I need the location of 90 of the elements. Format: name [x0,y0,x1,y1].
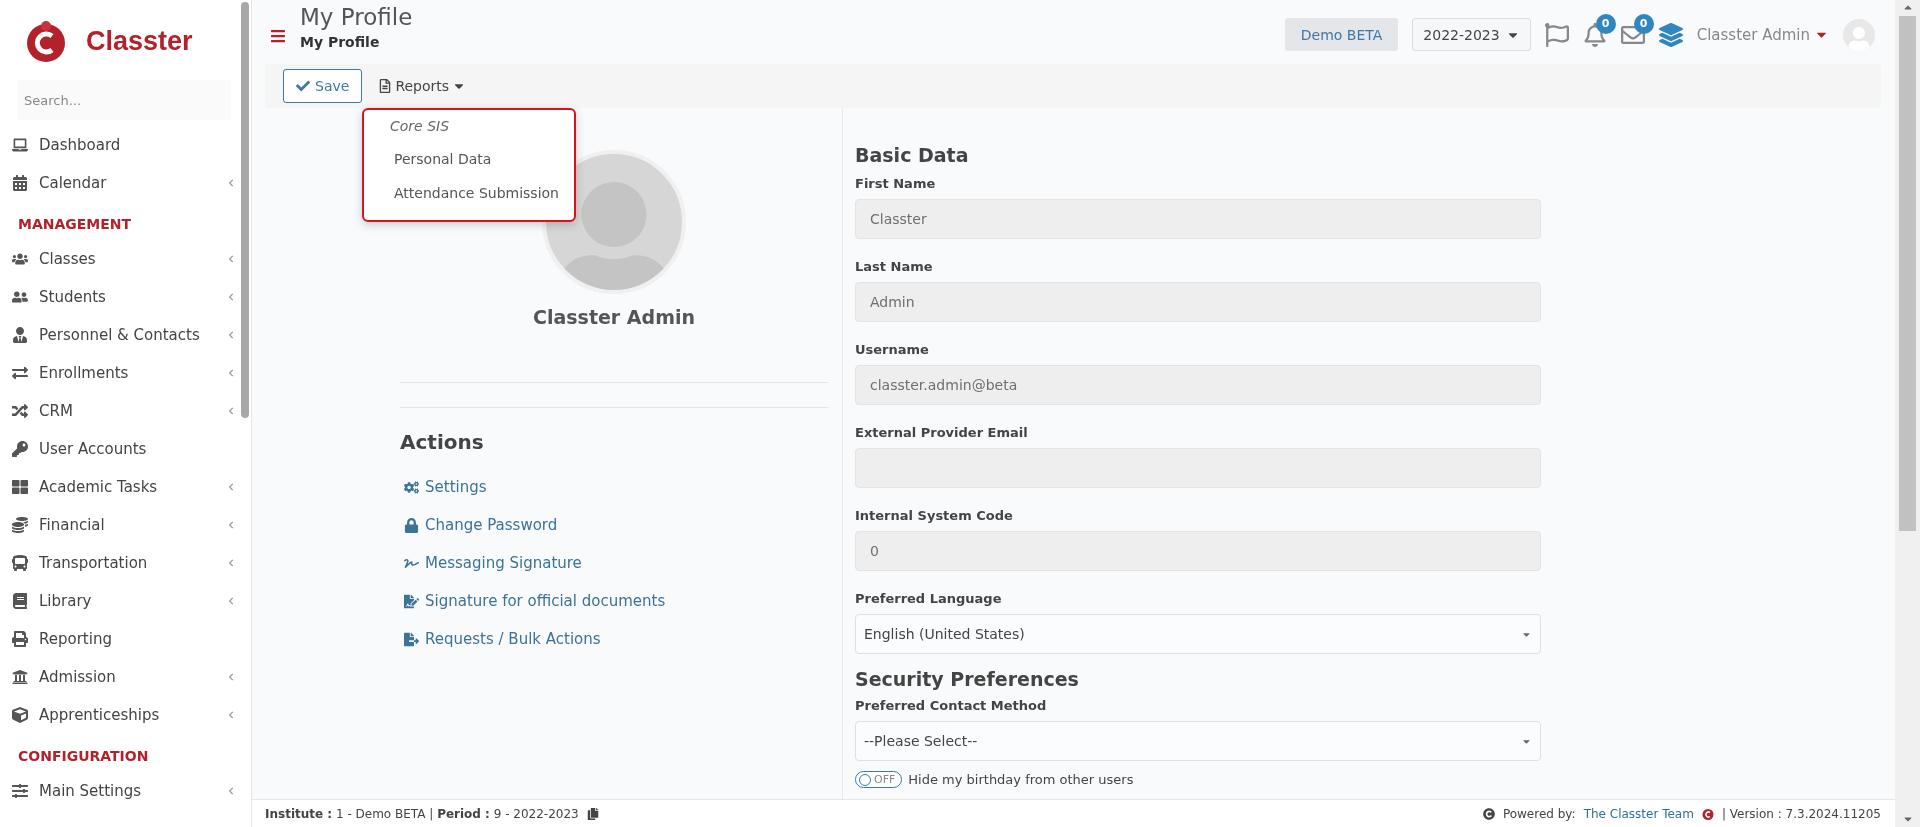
bus-icon [10,555,29,571]
copy-icon[interactable] [586,807,599,820]
file-export-icon [404,631,419,647]
menu-item[interactable]: Attendance Submission [364,176,574,210]
toggle-label: Hide my birthday from other users [908,772,1134,787]
settings-icon [404,479,419,495]
input-field[interactable]: Classter [855,199,1541,239]
sidebar-item[interactable]: Financial [0,506,251,544]
copyright-icon [1482,807,1495,820]
field-label: Preferred Contact Method [855,698,1048,713]
action-link[interactable]: Settings [404,468,828,506]
document-pen-icon [404,593,419,609]
institute-button[interactable]: Demo BETA [1284,18,1399,51]
sliders-icon [10,783,29,799]
users-icon [10,289,29,305]
sidebar-item[interactable]: Reporting [0,620,251,658]
logo-text: Classter [86,25,193,57]
field-label: Username [855,342,930,357]
menu-button[interactable] [270,28,286,44]
section-heading: MANAGEMENT [17,215,133,234]
field-label: First Name [855,176,937,191]
scrollbar-thumb[interactable] [241,2,249,418]
sidebar-item[interactable]: Apprenticeships [0,696,251,734]
footer-info: Institute : 1 - Demo BETA | Period : 9 - 2022-2023 [265,806,579,821]
input-field[interactable]: classter.admin@beta [855,365,1541,405]
coins-icon [10,517,29,533]
menu-item[interactable]: Personal Data [364,142,574,176]
scrollbar-thumb[interactable] [1899,16,1916,531]
section-heading: CONFIGURATION [17,747,150,766]
page-title: My Profile [300,4,413,30]
profile-name: Classter Admin [533,306,695,328]
sidebar-item[interactable]: Library [0,582,251,620]
sidebar-item[interactable]: Admission [0,658,251,696]
shuffle-icon [10,403,29,419]
document-icon [378,79,393,93]
input-field[interactable] [855,448,1541,488]
printer-icon [10,631,29,647]
actions-title: Actions [400,430,485,454]
year-dropdown[interactable]: 2022-2023 [1412,18,1531,51]
action-link[interactable]: Change Password [404,506,828,544]
count-badge: 0 [1633,13,1654,34]
menu-group-label: Core SIS [389,117,451,136]
field-label: External Provider Email [855,425,1029,440]
person-icon [10,327,29,343]
arrows-icon [10,365,29,381]
logo-icon [1701,807,1714,820]
field-label: Internal System Code [855,508,1014,523]
sidebar-item[interactable]: Dashboard [0,126,251,164]
bank-icon [10,669,29,685]
sidebar-item[interactable]: Classes [0,240,251,278]
action-link[interactable]: Signature for official documents [404,582,828,620]
field-label: Preferred Language [855,591,1003,606]
lock-icon [404,517,419,533]
sidebar-item[interactable]: Enrollments [0,354,251,392]
sidebar-item[interactable]: Calendar [0,164,251,202]
action-link[interactable]: Requests / Bulk Actions [404,620,828,658]
select-field[interactable]: --Please Select-- [855,721,1541,761]
grid-icon [10,479,29,495]
select-field[interactable]: English (United States) [855,614,1541,654]
count-badge: 0 [1595,13,1616,34]
sidebar-item[interactable]: Academic Tasks [0,468,251,506]
search-field[interactable]: Search... [18,80,231,120]
logo-icon [24,19,68,63]
input-field[interactable]: 0 [855,531,1541,571]
sidebar-item[interactable]: Main Settings [0,772,251,810]
section-title: Basic Data [855,144,970,166]
powered-by-text: Powered by: [1502,806,1576,821]
check-icon [296,79,310,93]
calendar-icon [10,175,29,191]
box-icon [10,707,29,723]
key-icon [10,441,29,457]
team-link[interactable]: The Classter Team [1583,806,1694,821]
save-button[interactable]: Save [283,69,363,103]
sidebar-item[interactable]: Personnel & Contacts [0,316,251,354]
input-field[interactable]: Admin [855,282,1541,322]
version-text: | Version : 7.3.2024.11205 [1721,806,1881,821]
reports-button[interactable]: Reports [372,77,473,95]
toggle-switch[interactable]: OFF [855,771,903,788]
layers-icon[interactable] [1658,22,1683,47]
sidebar-item[interactable]: Students [0,278,251,316]
people-icon [10,251,29,267]
section-title: Security Preferences [855,668,1080,690]
breadcrumb: My Profile [300,34,381,50]
sidebar-item[interactable]: Transportation [0,544,251,582]
field-label: Last Name [855,259,934,274]
laptop-icon [10,137,29,153]
sidebar-item[interactable]: User Accounts [0,430,251,468]
sidebar-item[interactable]: CRM [0,392,251,430]
action-link[interactable]: Messaging Signature [404,544,828,582]
flag-icon[interactable] [1544,22,1569,47]
